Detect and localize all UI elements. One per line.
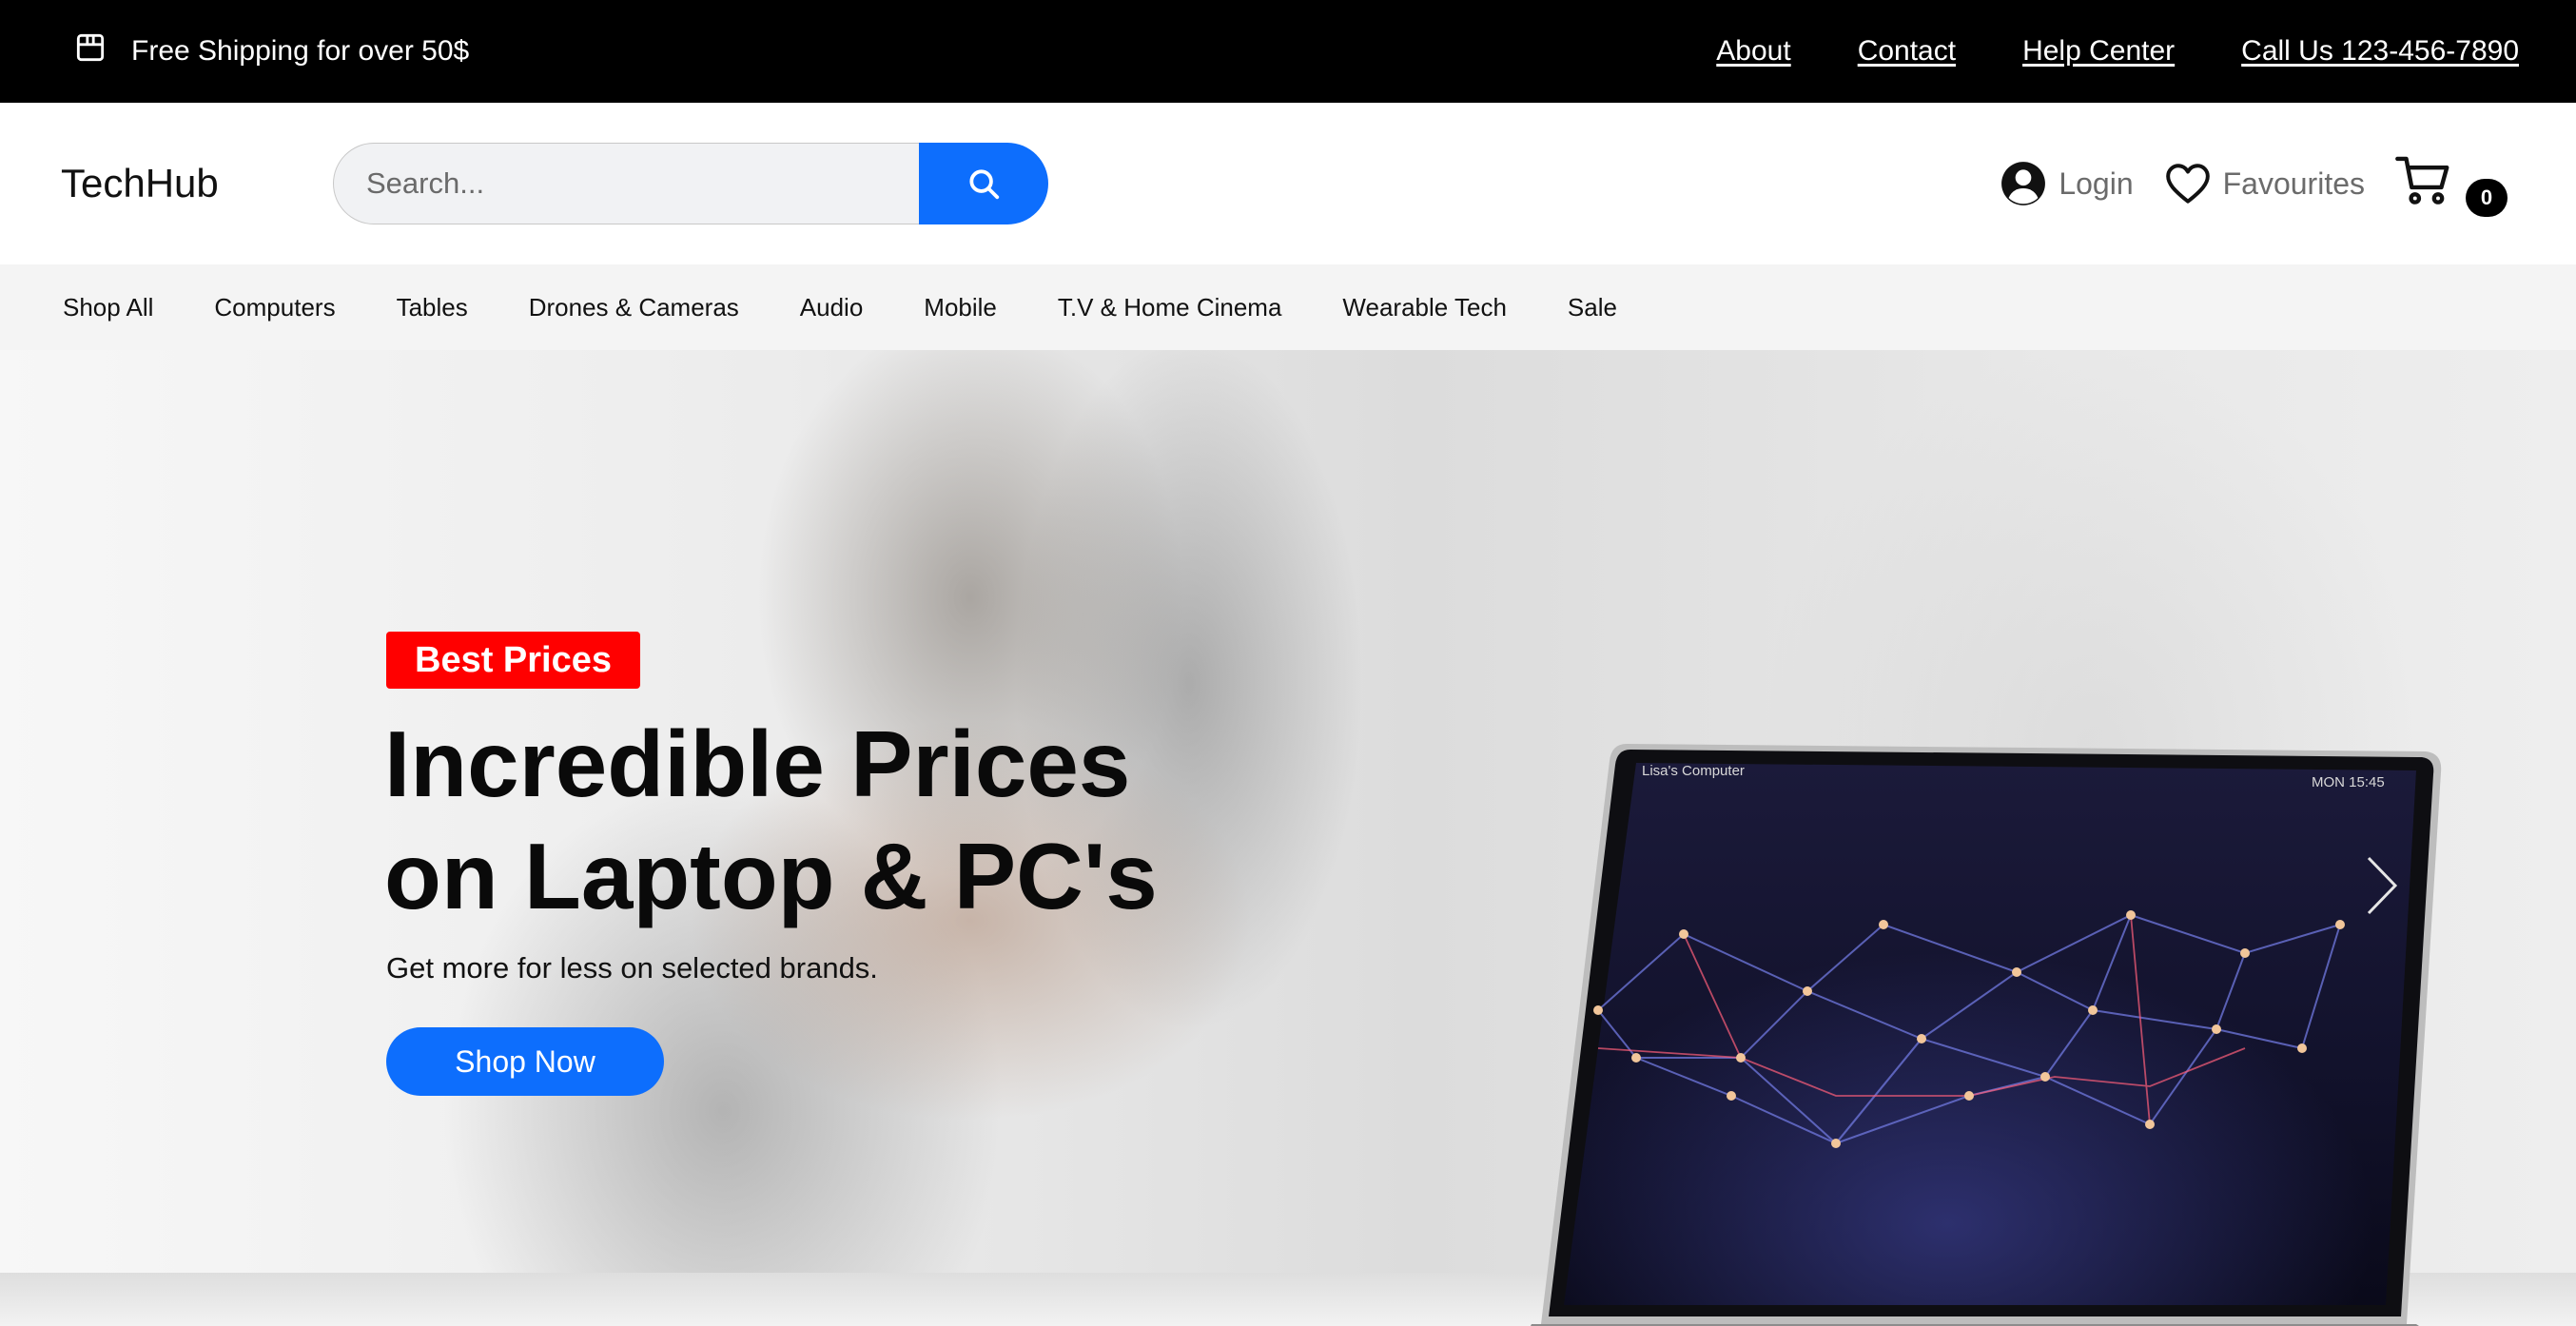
cart-button[interactable]: 0	[2395, 150, 2508, 217]
shipping-notice: Free Shipping for over 50$	[72, 0, 469, 103]
heart-icon	[2165, 164, 2210, 204]
laptop-image: Lisa's Computer MON 15:45	[1522, 734, 2445, 1326]
about-link[interactable]: About	[1716, 35, 1790, 68]
screen-label-right: MON 15:45	[2312, 774, 2385, 790]
announcement-bar: Free Shipping for over 50$ About Contact…	[0, 0, 2576, 103]
topbar-links: About Contact Help Center Call Us 123-45…	[1716, 0, 2519, 103]
call-us-link[interactable]: Call Us 123-456-7890	[2241, 35, 2519, 68]
chevron-right-icon	[2367, 856, 2398, 915]
cart-icon	[2395, 156, 2449, 205]
nav-item-mobile[interactable]: Mobile	[924, 293, 997, 322]
favourites-label: Favourites	[2222, 166, 2365, 201]
screen-label-left: Lisa's Computer	[1642, 763, 1745, 779]
user-icon	[2001, 162, 2046, 205]
contact-link[interactable]: Contact	[1858, 35, 1956, 68]
search-bar	[333, 143, 1048, 224]
nav-item-shop-all[interactable]: Shop All	[63, 293, 153, 322]
hero-title-line-2: on Laptop & PC's	[384, 824, 1158, 928]
hero-banner: Best Prices Incredible Prices on Laptop …	[0, 350, 2576, 1326]
nav-item-audio[interactable]: Audio	[800, 293, 864, 322]
box-icon	[72, 29, 108, 73]
nav-item-wearable-tech[interactable]: Wearable Tech	[1342, 293, 1506, 322]
nav-item-sale[interactable]: Sale	[1568, 293, 1617, 322]
header-actions: Login Favourites 0	[2000, 103, 2508, 264]
best-prices-badge: Best Prices	[386, 632, 641, 689]
search-icon	[969, 169, 1000, 200]
hero-title-line-1: Incredible Prices	[384, 712, 1131, 816]
shop-now-button[interactable]: Shop Now	[386, 1027, 664, 1096]
help-center-link[interactable]: Help Center	[2022, 35, 2175, 68]
nav-item-computers[interactable]: Computers	[214, 293, 335, 322]
carousel-next-arrow[interactable]	[2363, 852, 2401, 919]
search-input[interactable]	[333, 143, 919, 224]
category-nav: Shop All Computers Tables Drones & Camer…	[0, 264, 2576, 350]
cart-count-badge: 0	[2466, 179, 2508, 217]
favourites-button[interactable]: Favourites	[2164, 160, 2365, 207]
login-label: Login	[2059, 166, 2134, 201]
hero-title: Incredible Prices on Laptop & PC's	[384, 708, 1240, 932]
hero-subtitle: Get more for less on selected brands.	[386, 951, 878, 985]
search-button[interactable]	[919, 143, 1048, 224]
nav-item-tables[interactable]: Tables	[397, 293, 468, 322]
site-logo[interactable]: TechHub	[61, 103, 219, 264]
shipping-text: Free Shipping for over 50$	[131, 35, 470, 67]
nav-item-drones-cameras[interactable]: Drones & Cameras	[529, 293, 739, 322]
nav-item-tv-home-cinema[interactable]: T.V & Home Cinema	[1058, 293, 1282, 322]
login-button[interactable]: Login	[2000, 160, 2134, 207]
site-header: TechHub Login Favourites	[0, 103, 2576, 264]
